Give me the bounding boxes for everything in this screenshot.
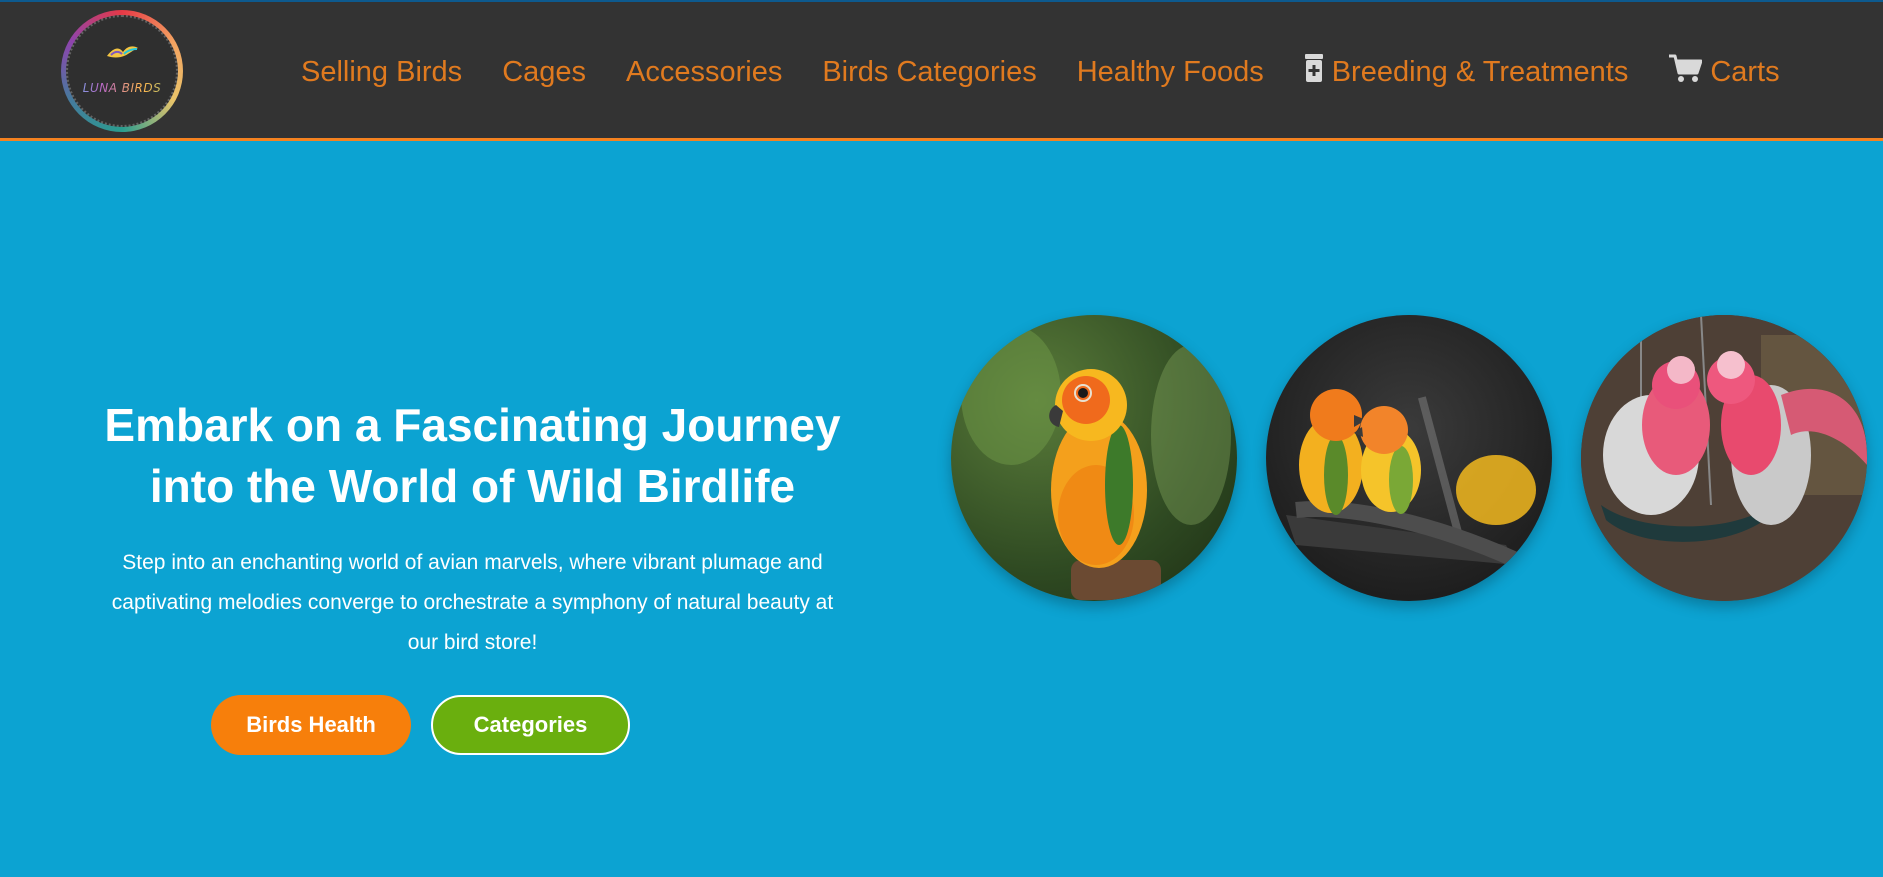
logo-ring [66,15,178,127]
nav-label: Breeding & Treatments [1331,55,1629,88]
nav-carts[interactable]: Carts [1668,53,1780,91]
hero-desc-line: Step into an enchanting world of avian m… [122,551,823,574]
nav-label: Carts [1710,55,1780,88]
medicine-bottle-icon [1304,53,1324,91]
hero-title-line: Embark on a Fascinating Journey [104,399,841,451]
main-nav: Selling Birds Cages Accessories Birds Ca… [301,52,1780,92]
nav-label: Healthy Foods [1076,55,1264,88]
nav-label: Cages [502,55,587,88]
logo-text: LUNA BIRDS [61,81,183,95]
nav-label: Selling Birds [301,55,463,88]
hero-section: Embark on a Fascinating Journey into the… [60,395,885,663]
hero-title: Embark on a Fascinating Journey into the… [60,395,885,517]
nav-cages[interactable]: Cages [502,56,586,89]
bird-image-galah-pair [1581,315,1867,601]
bird-logo-icon [107,46,138,58]
cart-icon [1668,53,1703,91]
hero-title-line: into the World of Wild Birdlife [149,460,796,512]
site-logo[interactable]: LUNA BIRDS [61,10,183,132]
hero-desc-line: our bird store! [407,631,538,654]
nav-accessories[interactable]: Accessories [626,56,782,89]
nav-label: Birds Categories [822,55,1037,88]
nav-birds-categories[interactable]: Birds Categories [822,56,1036,89]
nav-healthy-foods[interactable]: Healthy Foods [1077,56,1264,89]
nav-selling-birds[interactable]: Selling Birds [301,56,462,89]
hero-description: Step into an enchanting world of avian m… [60,543,885,663]
nav-breeding-treatments[interactable]: Breeding & Treatments [1304,53,1629,91]
categories-button[interactable]: Categories [431,695,630,755]
birds-health-button[interactable]: Birds Health [211,695,411,755]
nav-label: Accessories [626,55,783,88]
site-header: LUNA BIRDS Selling Birds Cages Accessori… [0,0,1883,141]
bird-image-conure-pair [1266,315,1552,601]
bird-image-sun-conure [951,315,1237,601]
hero-desc-line: captivating melodies converge to orchest… [111,591,834,614]
